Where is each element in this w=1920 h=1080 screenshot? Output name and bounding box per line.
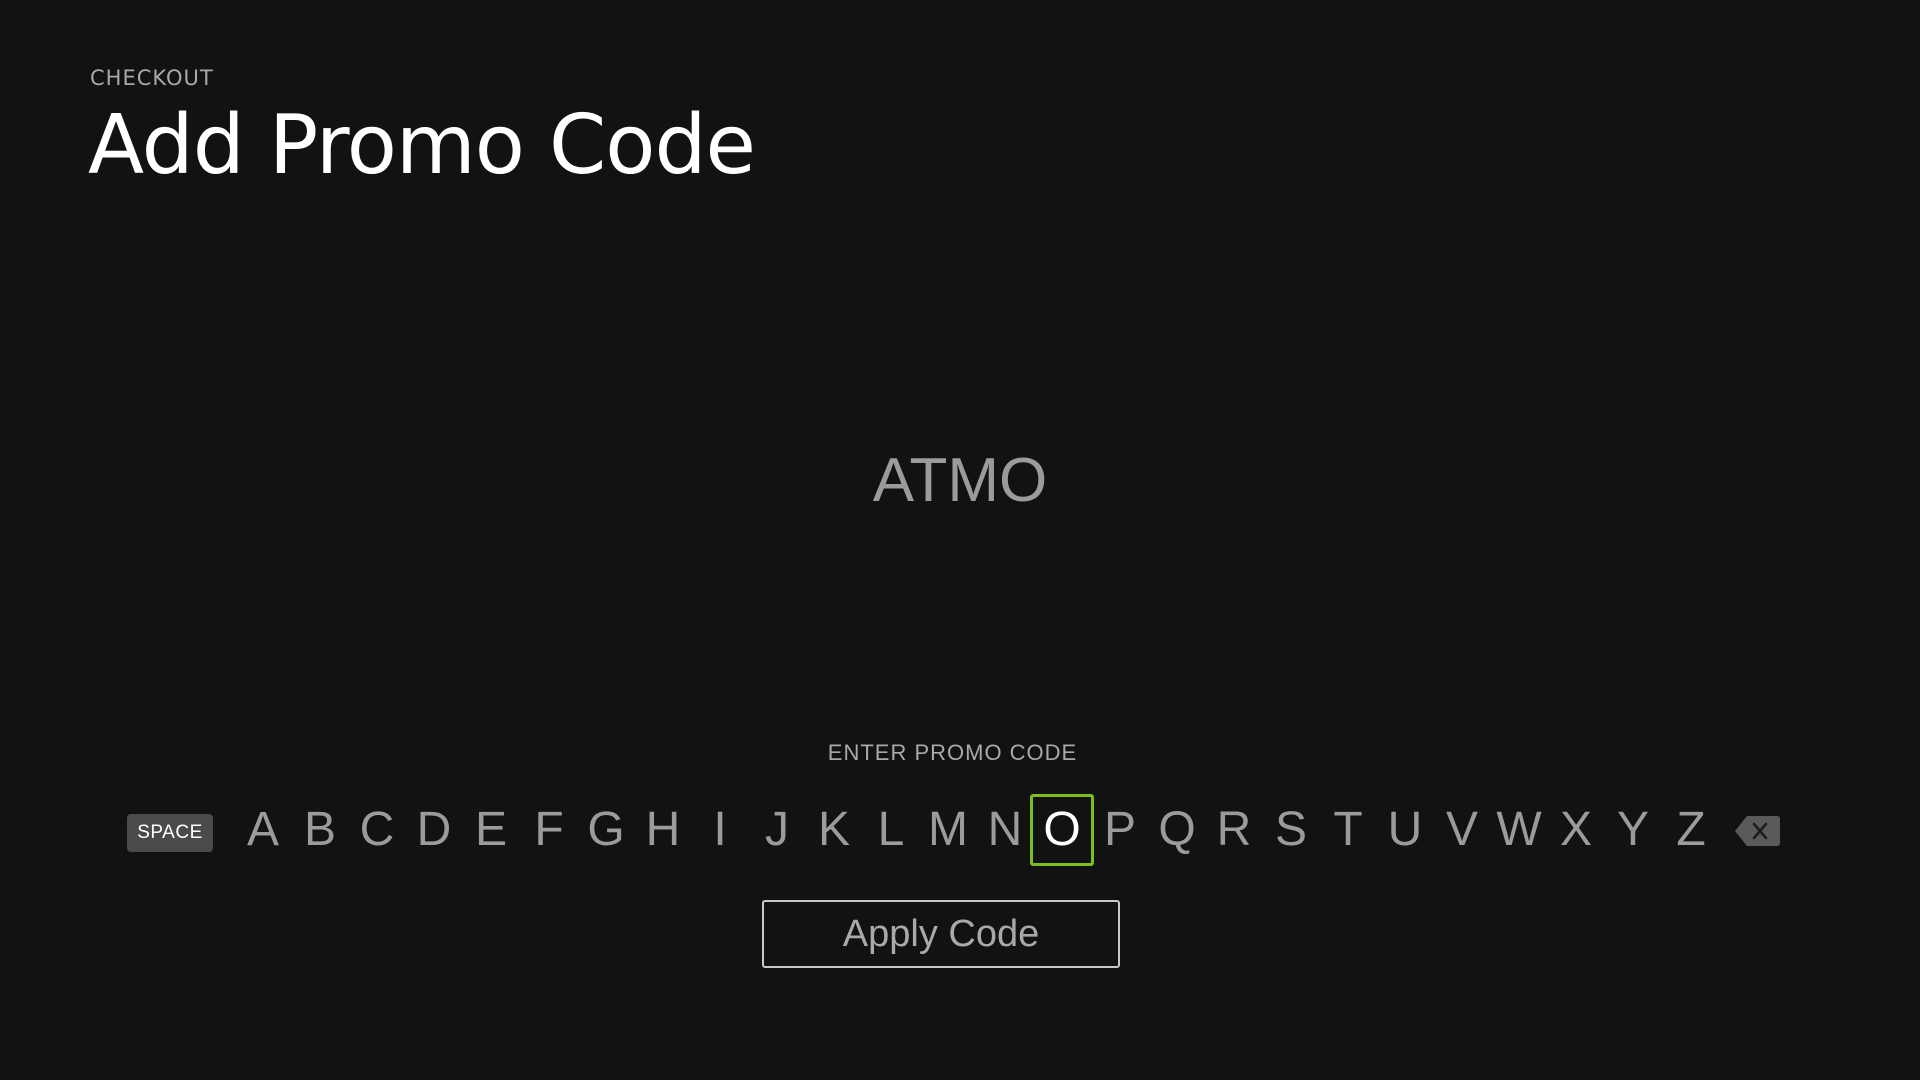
key-c[interactable]: C — [345, 794, 409, 866]
key-r[interactable]: R — [1202, 794, 1266, 866]
key-j[interactable]: J — [745, 794, 809, 866]
key-l[interactable]: L — [859, 794, 923, 866]
key-u[interactable]: U — [1373, 794, 1437, 866]
key-v[interactable]: V — [1430, 794, 1494, 866]
enter-promo-code-label: ENTER PROMO CODE — [827, 740, 1078, 765]
apply-code-button[interactable]: Apply Code — [762, 900, 1120, 968]
key-z[interactable]: Z — [1659, 794, 1723, 866]
on-screen-keyboard: SPACE ABCDEFGHIJKLMNOPQRSTUVWXYZ — [127, 794, 1787, 866]
key-y[interactable]: Y — [1601, 794, 1665, 866]
space-key[interactable]: SPACE — [127, 814, 213, 852]
key-e[interactable]: E — [459, 794, 523, 866]
key-q[interactable]: Q — [1145, 794, 1209, 866]
key-n[interactable]: N — [973, 794, 1037, 866]
key-k[interactable]: K — [802, 794, 866, 866]
backspace-icon — [1735, 816, 1780, 846]
backspace-key[interactable] — [1733, 812, 1783, 850]
checkout-eyebrow: CHECKOUT — [90, 66, 214, 90]
key-m[interactable]: M — [916, 794, 980, 866]
key-a[interactable]: A — [231, 794, 295, 866]
key-x[interactable]: X — [1544, 794, 1608, 866]
promo-code-display: ATMO — [872, 446, 1048, 515]
key-p[interactable]: P — [1088, 794, 1152, 866]
key-w[interactable]: W — [1487, 794, 1551, 866]
key-t[interactable]: T — [1316, 794, 1380, 866]
key-g[interactable]: G — [574, 794, 638, 866]
key-d[interactable]: D — [402, 794, 466, 866]
key-o[interactable]: O — [1030, 794, 1094, 866]
key-f[interactable]: F — [517, 794, 581, 866]
key-s[interactable]: S — [1259, 794, 1323, 866]
key-b[interactable]: B — [288, 794, 352, 866]
key-i[interactable]: I — [688, 794, 752, 866]
key-h[interactable]: H — [631, 794, 695, 866]
page-title: Add Promo Code — [88, 98, 756, 193]
